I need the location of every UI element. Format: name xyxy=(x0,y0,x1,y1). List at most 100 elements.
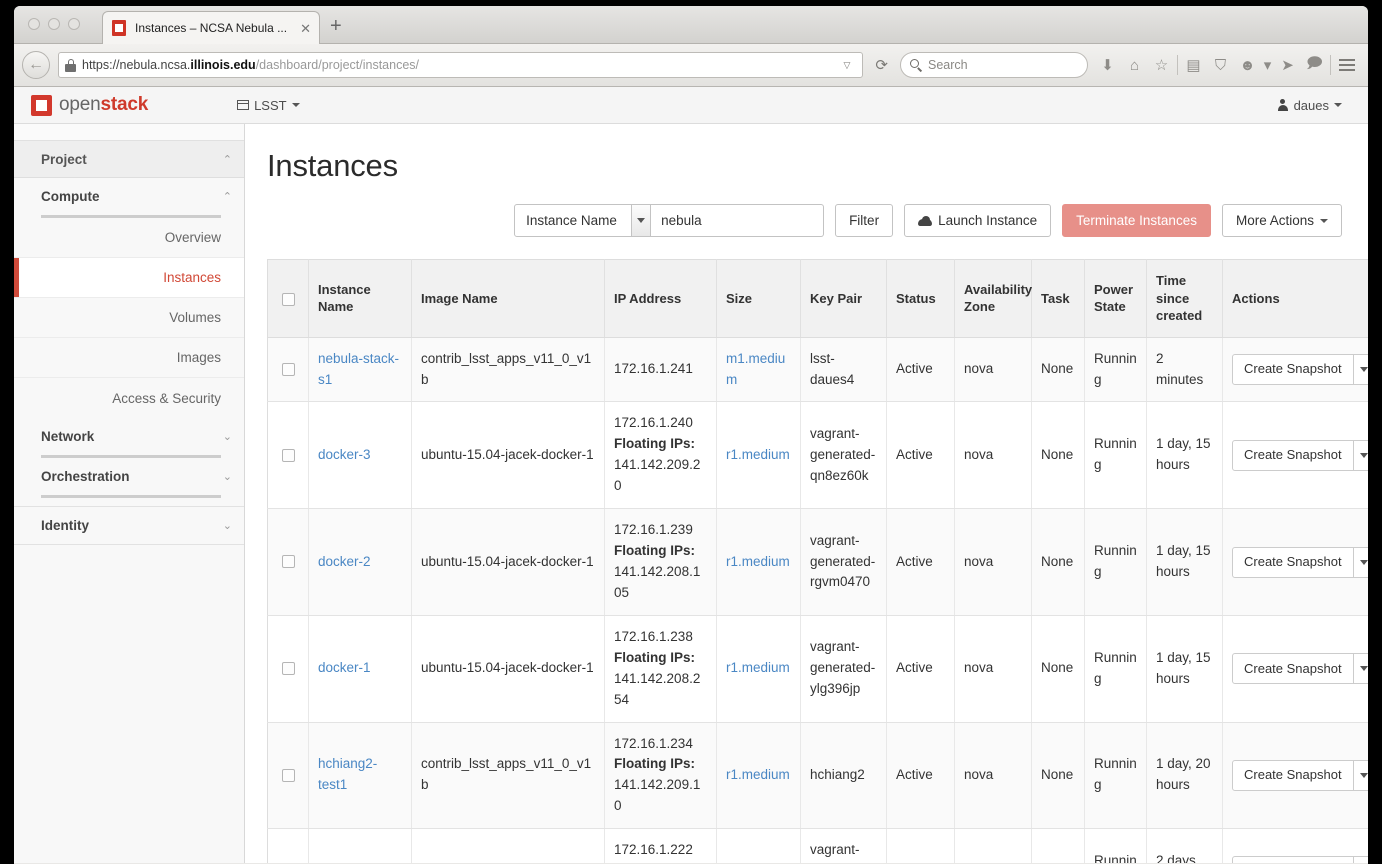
flavor-link[interactable]: r1.medium xyxy=(726,767,790,782)
flavor-link[interactable]: r1.medium xyxy=(726,660,790,675)
browser-search-input[interactable]: Search xyxy=(900,52,1088,78)
sidebar-section-network[interactable]: Network ⌄ xyxy=(14,418,244,455)
reading-list-icon[interactable]: ▤ xyxy=(1180,51,1207,79)
floating-ips-label: Floating IPs: xyxy=(614,649,695,665)
create-snapshot-button[interactable]: Create Snapshot xyxy=(1232,439,1354,471)
row-actions-dropdown-toggle[interactable] xyxy=(1353,856,1368,863)
maximize-window-button[interactable] xyxy=(68,18,80,30)
instance-name-link[interactable]: docker-2 xyxy=(318,554,371,569)
floating-ip: 141.142.208.254 xyxy=(614,670,701,707)
cell-status: Active xyxy=(886,615,955,723)
cell-ip-address: 172.16.1.234 Floating IPs: 141.142.209.10 xyxy=(604,722,717,830)
cell-power-state: Running xyxy=(1084,615,1147,723)
close-window-button[interactable] xyxy=(28,18,40,30)
terminate-instances-button[interactable]: Terminate Instances xyxy=(1062,204,1211,237)
sidebar-item-images[interactable]: Images xyxy=(14,338,244,378)
column-header-ip-address[interactable]: IP Address xyxy=(604,259,717,338)
filter-button[interactable]: Filter xyxy=(835,204,894,237)
flavor-link[interactable]: r1.medium xyxy=(726,554,790,569)
row-checkbox[interactable] xyxy=(281,363,295,377)
column-header-availability-zone[interactable]: Availability Zone xyxy=(954,259,1032,338)
more-actions-button[interactable]: More Actions xyxy=(1221,204,1342,237)
send-tab-icon[interactable]: ➤ xyxy=(1274,51,1301,79)
tab-close-icon[interactable]: ✕ xyxy=(300,22,311,35)
create-snapshot-button[interactable]: Create Snapshot xyxy=(1232,759,1354,791)
sidebar-section-identity[interactable]: Identity ⌄ xyxy=(14,507,244,544)
instance-name-link[interactable]: nebula-stack-s1 xyxy=(318,351,399,387)
instance-name-link[interactable]: hchiang2-test1 xyxy=(318,756,377,792)
flavor-link[interactable]: r1.medium xyxy=(726,447,790,462)
column-header-task[interactable]: Task xyxy=(1031,259,1085,338)
instance-name-link[interactable]: docker-3 xyxy=(318,447,371,462)
create-snapshot-button[interactable]: Create Snapshot xyxy=(1232,546,1354,578)
filter-group: Instance Name xyxy=(514,204,825,237)
select-all-checkbox[interactable] xyxy=(281,292,295,306)
cell-time-since-created: 1 day, 15 hours xyxy=(1146,615,1223,723)
flavor-link[interactable]: m1.medium xyxy=(726,351,785,387)
sidebar-section-compute[interactable]: Compute ⌃ xyxy=(14,178,244,215)
page-viewport: openstack LSST daues Project ⌃ Compute ⌃… xyxy=(14,87,1368,863)
bookmark-star-icon[interactable]: ☆ xyxy=(1148,51,1175,79)
row-action-group: Create Snapshot xyxy=(1232,653,1368,685)
sidebar-item-label-images: Images xyxy=(176,350,221,365)
row-actions-dropdown-toggle[interactable] xyxy=(1353,354,1368,386)
home-icon[interactable]: ⌂ xyxy=(1121,51,1148,79)
sidebar-section-project[interactable]: Project ⌃ xyxy=(14,141,244,178)
sidebar-item-overview[interactable]: Overview xyxy=(14,218,244,258)
cell-task: None xyxy=(1031,615,1085,723)
create-snapshot-button[interactable]: Create Snapshot xyxy=(1232,856,1354,863)
create-snapshot-button[interactable]: Create Snapshot xyxy=(1232,653,1354,685)
row-select-cell xyxy=(267,508,309,616)
row-actions-dropdown-toggle[interactable] xyxy=(1353,546,1368,578)
floating-ips-label: Floating IPs: xyxy=(614,543,695,559)
back-button[interactable]: ← xyxy=(22,51,50,79)
fixed-ip: 172.16.1.234 xyxy=(614,735,693,751)
select-all-header xyxy=(267,259,309,338)
filter-field-select[interactable]: Instance Name xyxy=(514,204,652,237)
persona-caret-icon[interactable]: ▾ xyxy=(1261,51,1274,79)
column-header-status[interactable]: Status xyxy=(886,259,955,338)
browser-tab[interactable]: Instances – NCSA Nebula ... ✕ xyxy=(102,11,320,44)
new-tab-button[interactable]: + xyxy=(330,16,342,36)
sidebar-section-orchestration[interactable]: Orchestration ⌄ xyxy=(14,458,244,495)
url-history-dropdown-icon[interactable]: ▽ xyxy=(838,60,857,71)
reload-icon[interactable]: ⟳ xyxy=(869,56,894,74)
cell-availability-zone: nova xyxy=(954,401,1032,510)
row-checkbox[interactable] xyxy=(281,768,295,782)
sidebar-item-instances[interactable]: Instances xyxy=(14,258,244,298)
project-switcher[interactable]: LSST xyxy=(237,98,300,113)
cell-ip-address: 172.16.1.239 Floating IPs: 141.142.208.105 xyxy=(604,508,717,616)
row-checkbox[interactable] xyxy=(281,662,295,676)
url-bar[interactable]: https://nebula.ncsa.illinois.edu/dashboa… xyxy=(58,52,864,78)
create-snapshot-button[interactable]: Create Snapshot xyxy=(1232,354,1354,386)
download-icon[interactable]: ⬇ xyxy=(1094,51,1121,79)
row-checkbox[interactable] xyxy=(281,448,295,462)
instance-name-link[interactable]: docker-1 xyxy=(318,660,371,675)
column-header-power-state[interactable]: Power State xyxy=(1084,259,1147,338)
filter-search-input[interactable] xyxy=(651,204,825,237)
feedback-icon[interactable]: 🗩 xyxy=(1301,51,1328,79)
cell-power-state: Running xyxy=(1084,337,1147,403)
column-header-instance-name[interactable]: Instance Name xyxy=(308,259,412,338)
row-actions-dropdown-toggle[interactable] xyxy=(1353,759,1368,791)
row-checkbox[interactable] xyxy=(281,555,295,569)
sidebar-item-label-instances: Instances xyxy=(163,270,221,285)
cell-instance-name: docker-1 xyxy=(308,615,412,723)
sidebar-item-volumes[interactable]: Volumes xyxy=(14,298,244,338)
row-actions-dropdown-toggle[interactable] xyxy=(1353,439,1368,471)
openstack-logo[interactable]: openstack xyxy=(31,94,148,116)
browser-toolbar-icons: ⬇ ⌂ ☆ ▤ ⛉ ☻ ▾ ➤ 🗩 xyxy=(1094,51,1360,79)
pocket-icon[interactable]: ⛉ xyxy=(1207,51,1234,79)
row-select-cell xyxy=(267,337,309,403)
column-header-key-pair[interactable]: Key Pair xyxy=(800,259,887,338)
launch-instance-button[interactable]: Launch Instance xyxy=(904,204,1052,237)
menu-hamburger-icon[interactable] xyxy=(1333,51,1360,79)
column-header-size[interactable]: Size xyxy=(716,259,801,338)
user-menu[interactable]: daues xyxy=(1277,98,1342,113)
column-header-time-since-created[interactable]: Time since created xyxy=(1146,259,1223,338)
row-actions-dropdown-toggle[interactable] xyxy=(1353,653,1368,685)
persona-icon[interactable]: ☻ xyxy=(1234,51,1261,79)
sidebar-item-access-security[interactable]: Access & Security xyxy=(14,378,244,418)
minimize-window-button[interactable] xyxy=(48,18,60,30)
column-header-image-name[interactable]: Image Name xyxy=(411,259,605,338)
